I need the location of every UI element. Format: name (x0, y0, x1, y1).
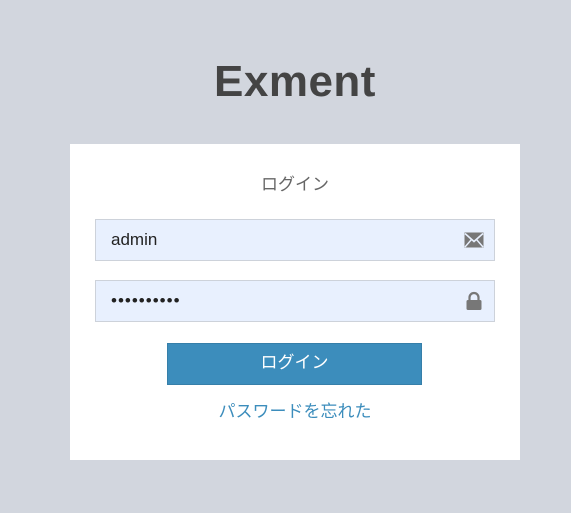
app-logo: Exment (214, 57, 376, 106)
forgot-password-link[interactable]: パスワードを忘れた (70, 397, 520, 422)
password-field (95, 280, 495, 322)
login-button[interactable]: ログイン (167, 343, 422, 385)
lock-icon (464, 291, 484, 311)
login-box: ログイン ログイン パスワードを忘れた (70, 144, 520, 460)
password-input[interactable] (96, 281, 456, 321)
envelope-icon (464, 230, 484, 250)
username-input[interactable] (96, 220, 456, 260)
username-field (95, 219, 495, 261)
login-title: ログイン (261, 175, 329, 195)
